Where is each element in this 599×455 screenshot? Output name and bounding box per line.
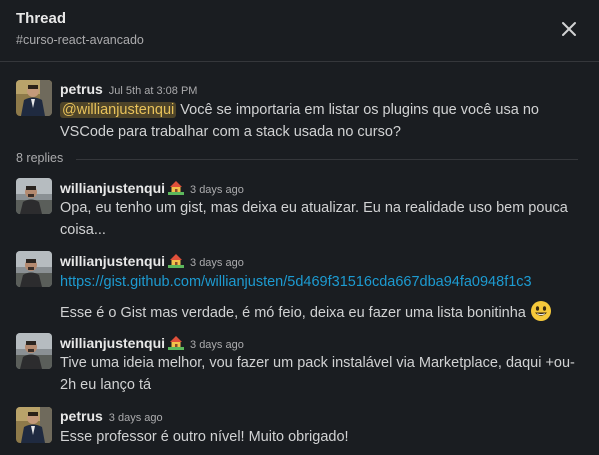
avatar[interactable]: [16, 178, 52, 214]
message-text: Tive uma ideia melhor, vou fazer um pack…: [60, 355, 575, 393]
smiley-icon[interactable]: [530, 300, 552, 329]
thread-header: Thread #curso-react-avancado: [0, 0, 599, 62]
gist-link-line: https://gist.github.com/willianjusten/5d…: [60, 271, 585, 293]
author-name[interactable]: willianjustenqui: [60, 180, 165, 196]
author-name[interactable]: willianjustenqui: [60, 335, 165, 351]
author-name[interactable]: willianjustenqui: [60, 253, 165, 269]
gist-link[interactable]: https://gist.github.com/willianjusten/5d…: [60, 274, 532, 290]
timestamp[interactable]: 3 days ago: [109, 412, 163, 424]
timestamp[interactable]: 3 days ago: [190, 257, 244, 269]
message-text: Esse é o Gist mas verdade, é mó feio, de…: [60, 300, 585, 329]
close-button[interactable]: [556, 16, 582, 42]
thread-panel: Thread #curso-react-avancado petrus Jul 5…: [0, 0, 599, 455]
user-mention[interactable]: @willianjustenqui: [60, 102, 177, 118]
avatar[interactable]: [16, 407, 52, 443]
avatar[interactable]: [16, 251, 52, 287]
thread-title: Thread: [16, 10, 67, 27]
house-with-garden-icon[interactable]: [168, 252, 185, 273]
channel-name[interactable]: #curso-react-avancado: [16, 33, 144, 47]
reply-count: 8 replies: [16, 151, 64, 165]
avatar[interactable]: [16, 80, 52, 116]
close-icon: [562, 22, 576, 36]
replies-divider: [76, 159, 578, 160]
author-name[interactable]: petrus: [60, 408, 103, 424]
author-name[interactable]: petrus: [60, 81, 103, 97]
timestamp[interactable]: 3 days ago: [190, 339, 244, 351]
avatar[interactable]: [16, 333, 52, 369]
timestamp[interactable]: Jul 5th at 3:08 PM: [109, 85, 198, 97]
message-text: @willianjustenqui Você se importaria em …: [60, 102, 539, 140]
message-text: Opa, eu tenho um gist, mas deixa eu atua…: [60, 200, 568, 238]
timestamp[interactable]: 3 days ago: [190, 184, 244, 196]
message-text: Esse professor é outro nível! Muito obri…: [60, 429, 349, 445]
